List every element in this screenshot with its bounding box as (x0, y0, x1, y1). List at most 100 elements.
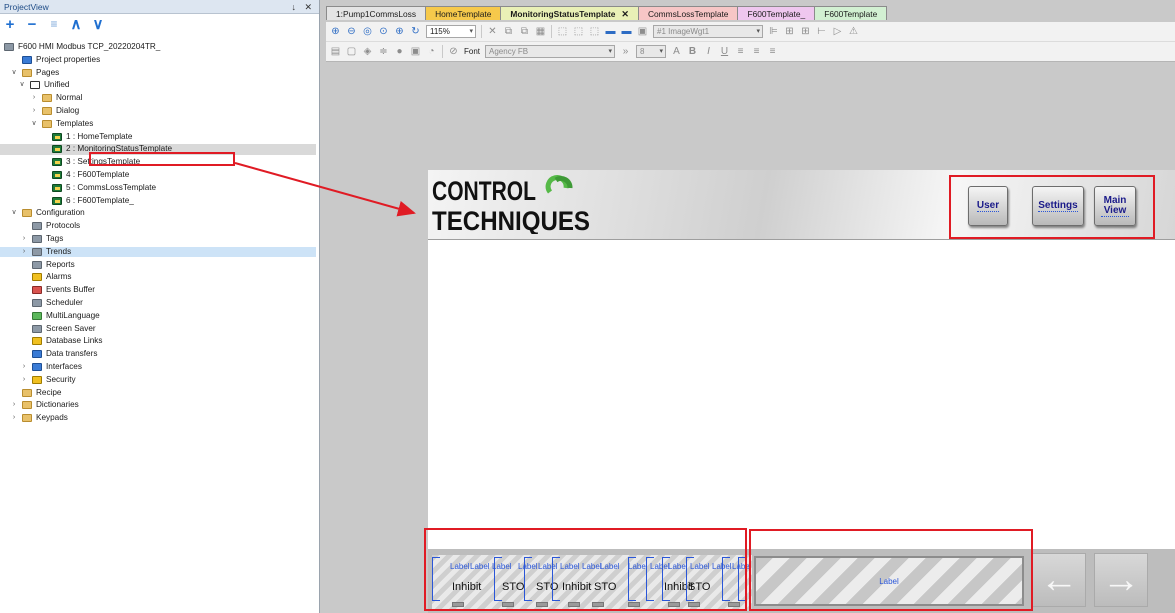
next-page-button[interactable]: → (1094, 553, 1148, 607)
warning-icon[interactable]: ⚠ (848, 26, 859, 37)
align-left-icon[interactable]: ≡ (735, 46, 746, 57)
chevron-down-icon[interactable]: ∨ (18, 80, 26, 91)
align-icon[interactable]: ⊫ (768, 26, 779, 37)
line-icon[interactable]: ≑ (378, 46, 389, 57)
previous-page-button[interactable]: ← (1032, 553, 1086, 607)
close-icon[interactable]: ✕ (621, 9, 629, 19)
grid-icon[interactable]: ▦ (535, 26, 546, 37)
frame-icon[interactable]: ▢ (346, 46, 357, 57)
tree-item[interactable]: Project properties (0, 55, 316, 66)
layer-front-icon[interactable]: ▬ (605, 26, 616, 37)
tree-item[interactable]: ∨F600 HMI Modbus TCP_20220204TR_ (0, 42, 316, 53)
tree-item[interactable]: › Dictionaries (0, 400, 316, 411)
widget-combo[interactable]: #1 ImageWgt1 ▾ (653, 25, 763, 38)
tree-item[interactable]: 4 : F600Template (0, 170, 316, 181)
clock-icon[interactable]: ◔ (426, 46, 437, 57)
tree-item[interactable]: Scheduler (0, 298, 316, 309)
tree-item[interactable]: › Trends (0, 246, 316, 258)
distribute-icon[interactable]: ⊞ (784, 26, 795, 37)
font-color-icon[interactable]: A (671, 46, 682, 57)
move-down-icon[interactable]: ∨ (92, 17, 104, 32)
chevron-right-icon[interactable]: › (30, 106, 38, 117)
text-direction-icon[interactable]: » (620, 46, 631, 57)
tree-item[interactable]: MultiLanguage (0, 311, 316, 322)
align-center-icon[interactable]: ≡ (751, 46, 762, 57)
tree-item[interactable]: 1 : HomeTemplate (0, 132, 316, 143)
delete-icon[interactable]: ✕ (487, 26, 498, 37)
tree-item[interactable]: Alarms (0, 272, 316, 283)
tree-item[interactable]: 6 : F600Template_ (0, 196, 316, 207)
chevron-down-icon[interactable]: ∨ (10, 208, 18, 219)
group-icon[interactable]: ⬚ (557, 26, 568, 37)
paste-icon[interactable]: ⧉ (519, 26, 530, 37)
control-techniques-logo[interactable]: CONTROL TECHNIQUES (432, 174, 602, 234)
chevron-down-icon[interactable]: ∨ (30, 119, 38, 130)
zoom-select-icon[interactable]: ⊕ (394, 26, 405, 37)
arrange-icon[interactable]: ⬚ (589, 26, 600, 37)
play-icon[interactable]: ▷ (832, 26, 843, 37)
tree-item[interactable]: › Normal (0, 93, 316, 104)
tree-item[interactable]: ∨ Pages (0, 68, 316, 79)
underline-icon[interactable]: U (719, 46, 730, 57)
zoom-in-icon[interactable]: ⊕ (330, 26, 341, 37)
tree-item[interactable]: Events Buffer (0, 285, 316, 296)
fill-icon[interactable]: ◈ (362, 46, 373, 57)
chevron-right-icon[interactable]: › (10, 413, 18, 424)
chevron-right-icon[interactable]: › (20, 234, 28, 245)
editor-tab[interactable]: 1:Pump1CommsLoss (326, 6, 427, 20)
zoom-fit-icon[interactable]: ◎ (362, 26, 373, 37)
add-icon[interactable]: + (4, 17, 16, 32)
layer-back-icon[interactable]: ▬ (621, 26, 632, 37)
zoom-out-icon[interactable]: ⊖ (346, 26, 357, 37)
properties-icon (22, 55, 32, 64)
properties-icon[interactable]: ▤ (330, 46, 341, 57)
info-icon[interactable]: ● (394, 46, 405, 57)
remove-icon[interactable]: − (26, 17, 38, 32)
folder-icon (22, 388, 32, 397)
chevron-down-icon[interactable]: ∨ (10, 68, 18, 79)
tree-item[interactable]: › Security (0, 375, 316, 386)
size-icon[interactable]: ⊞ (800, 26, 811, 37)
picture-icon[interactable]: ▣ (410, 46, 421, 57)
tree-item[interactable]: ∨ Unified (0, 80, 316, 91)
editor-tab[interactable]: F600Template (814, 6, 888, 20)
tree-item[interactable]: Data transfers (0, 349, 316, 360)
properties-list-icon[interactable]: ≡ (48, 18, 60, 30)
tree-item[interactable]: › Dialog (0, 106, 316, 117)
tree-item[interactable]: Database Links (0, 336, 316, 347)
panel-pin-close-buttons[interactable]: ↓ ✕ (291, 0, 315, 14)
tree-item[interactable]: ∨ Configuration (0, 208, 316, 219)
italic-icon[interactable]: I (703, 46, 714, 57)
chevron-right-icon[interactable]: › (20, 375, 28, 386)
tree-item[interactable]: ∨ Templates (0, 119, 316, 130)
rotate-icon[interactable]: ↻ (410, 26, 421, 37)
editor-tab[interactable]: MonitoringStatusTemplate ✕ (500, 6, 639, 20)
tree-item[interactable]: › Tags (0, 234, 316, 245)
editor-tab[interactable]: F600Template_ (737, 6, 816, 20)
tree-item[interactable]: 5 : CommsLossTemplate (0, 183, 316, 194)
align-right-icon[interactable]: ≡ (767, 46, 778, 57)
tree-item[interactable]: Reports (0, 260, 316, 271)
editor-tab[interactable]: HomeTemplate (425, 6, 502, 20)
chevron-right-icon[interactable]: › (10, 400, 18, 411)
move-up-icon[interactable]: ∧ (70, 17, 82, 32)
chevron-right-icon[interactable]: › (20, 362, 28, 373)
spacing-icon[interactable]: ⊢ (816, 26, 827, 37)
font-combo[interactable]: Agency FB ▾ (485, 45, 616, 58)
zoom-page-icon[interactable]: ⊙ (378, 26, 389, 37)
tree-item[interactable]: Protocols (0, 221, 316, 232)
tree-item[interactable]: › Interfaces (0, 362, 316, 373)
copy-icon[interactable]: ⧉ (503, 26, 514, 37)
chevron-right-icon[interactable]: › (20, 247, 28, 258)
font-size-combo[interactable]: 8 ▾ (636, 45, 667, 58)
image-icon[interactable]: ▣ (637, 26, 648, 37)
bold-icon[interactable]: B (687, 46, 698, 57)
tree-item[interactable]: Screen Saver (0, 324, 316, 335)
chevron-right-icon[interactable]: › (30, 93, 38, 104)
editor-tab[interactable]: CommsLossTemplate (637, 6, 739, 20)
tree-item[interactable]: › Keypads (0, 413, 316, 424)
link-icon[interactable]: ⊘ (448, 46, 459, 57)
ungroup-icon[interactable]: ⬚ (573, 26, 584, 37)
tree-item[interactable]: Recipe (0, 388, 316, 399)
zoom-combo[interactable]: 115% ▾ (426, 25, 476, 38)
